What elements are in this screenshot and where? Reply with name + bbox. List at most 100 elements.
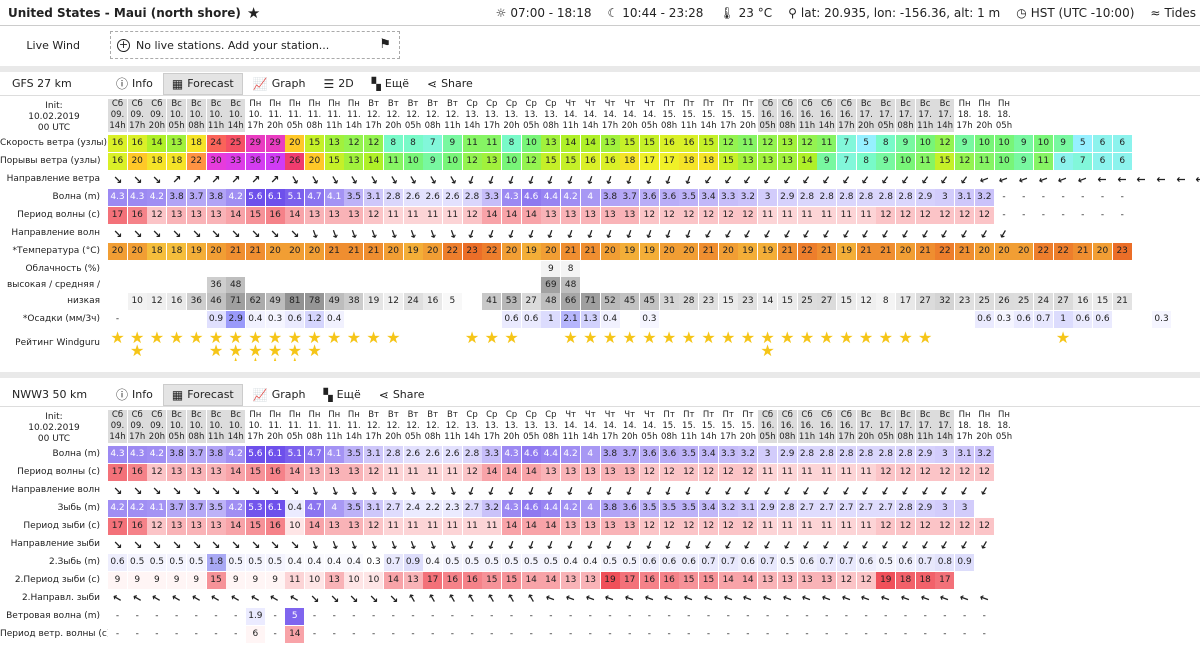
gfs-tab-share[interactable]: ⋖ Share	[419, 73, 481, 95]
nww3-tab-graph[interactable]: 📈 Graph	[245, 384, 314, 406]
date-header-line: 17h	[129, 432, 146, 442]
row-swell-direction-cell: ↑	[955, 536, 974, 553]
date-header-line: 17h	[956, 432, 973, 442]
row-swell-height-cell: 3.1	[738, 500, 758, 517]
row-wave-height-cell: 4.7	[305, 446, 324, 463]
date-header-line: 17h	[129, 121, 146, 131]
row-wind-gust-cell: 33	[226, 153, 246, 170]
nww3-date-header: Вс 10. 14h	[226, 410, 246, 443]
row-wind-speed-cell: 20	[285, 135, 305, 152]
row-temperature-cell: 22	[442, 243, 462, 260]
gfs-date-header: Пн 11. 11h	[325, 99, 344, 132]
row-precipitation-cell	[384, 311, 403, 328]
row-wind-wave-height-cell: 1.9	[245, 608, 265, 625]
timezone[interactable]: ◷ HST (UTC -10:00)	[1016, 6, 1134, 20]
row-cloud-high-cell	[463, 261, 482, 278]
row-swell2-height-cell: 0.4	[561, 554, 581, 571]
date-header-line: Чт	[644, 99, 655, 109]
row-wave-period-cell: 11	[856, 207, 876, 224]
date-header-line: 14.	[622, 110, 637, 120]
label-wave-period: Период волны (с)	[17, 210, 100, 220]
row-cloud-high-cell	[896, 261, 915, 278]
row-wave-period-cell: 11	[423, 464, 443, 481]
row-swell2-height-cell: 0.7	[699, 554, 718, 571]
share-icon: ⋖	[378, 387, 389, 402]
direction-arrow-icon: ↑	[504, 590, 519, 607]
row-cloud-mid-cell	[364, 277, 383, 294]
favorite-star-icon[interactable]: ★	[247, 4, 260, 22]
gfs-tab-graph[interactable]: 📈 Graph	[245, 73, 314, 95]
row-cloud-mid-cell	[955, 277, 974, 294]
moon-icon: ☾	[607, 5, 619, 20]
row-wave-direction-cell: ↑	[147, 225, 166, 242]
direction-arrow-icon: ↑	[701, 225, 716, 242]
row-wind-wave-height-cell: -	[884, 611, 888, 621]
row-wave-height-cell: 2.8	[817, 189, 837, 206]
date-header-line: 14.	[642, 421, 657, 431]
row-swell-height-cell: 4.4	[541, 500, 561, 517]
date-header-line: Сб	[801, 410, 813, 420]
direction-arrow-icon: ↑	[977, 536, 992, 553]
rating-star-icon: ★	[681, 331, 696, 347]
row-cloud-low-cell: 14	[758, 293, 778, 310]
date-header-line: 05h	[641, 121, 658, 131]
label-cloud-cover-2: высокая / средняя /	[6, 280, 100, 290]
row-swell-height-cell: 2.7	[836, 500, 856, 517]
direction-arrow-icon: ↑	[897, 171, 914, 188]
row-wave-period-cell: 13	[305, 464, 324, 481]
row-cloud-mid-cell	[758, 277, 777, 294]
nww3-tab-more[interactable]: ▚ Ещё	[315, 384, 368, 406]
row-wind-wave-period-cell: -	[470, 629, 474, 639]
nww3-date-header: Пт 15. 08h	[660, 410, 679, 443]
row-swell-height-cell: 2.9	[758, 500, 778, 517]
gfs-tab-more[interactable]: ▚ Ещё	[364, 73, 417, 95]
row-swell2-direction-cell: ↑	[325, 590, 344, 607]
row-wind-gust-cell: 16	[600, 153, 620, 170]
row-wave-height-cell: 2.8	[462, 446, 482, 463]
date-header-line: Вт	[368, 99, 379, 109]
row-wave-period-cell: 12	[718, 207, 738, 224]
gfs-tab-info[interactable]: ⓘ Info	[108, 73, 161, 95]
row-cloud-low-cell: 19	[364, 293, 384, 310]
row-cloud-low-cell: 62	[245, 293, 265, 310]
rating-cell: ★	[601, 331, 620, 361]
date-header-line: 11h	[798, 121, 816, 131]
date-header-line: Вт	[446, 410, 458, 420]
direction-arrow-icon: ↑	[760, 482, 775, 499]
gfs-tab-2d[interactable]: ☰ 2D	[315, 73, 361, 95]
row-wind-direction-cell: ↑	[128, 171, 147, 188]
add-station-box[interactable]: + No live stations. Add your station... …	[110, 31, 400, 59]
date-header-line: Пн	[269, 410, 282, 420]
row-wave-height-cell: 3.2	[738, 446, 758, 463]
row-wave-period-cell: 12	[679, 464, 699, 481]
gfs-tab-forecast[interactable]: ▦ Forecast	[162, 72, 243, 95]
date-header-line: 08h	[660, 432, 678, 442]
row-swell-period-cell: 11	[442, 518, 462, 535]
row-swell2-height-cell: 0.4	[305, 554, 324, 571]
direction-arrow-icon: ↑	[1075, 172, 1091, 187]
row-swell2-period-cell: 9	[147, 572, 167, 589]
row-wind-direction-cell: ↑	[1192, 171, 1200, 188]
app-root: United States - Maui (north shore) ★ ☼ 07…	[0, 0, 1200, 652]
direction-arrow-icon: ↑	[996, 225, 1012, 242]
row-swell2-direction-cell: ↑	[147, 590, 166, 607]
row-wind-direction-cell: ↑	[502, 171, 521, 188]
rating-cell: ★★★	[226, 331, 245, 361]
row-wind-gust-cell: 13	[758, 153, 778, 170]
row-wave-direction-cell: ↑	[541, 482, 560, 499]
row-wind-speed-cell: 8	[876, 135, 896, 152]
row-wave-direction-cell: ↑	[167, 225, 186, 242]
row-wave-height-cell: 4.4	[541, 189, 561, 206]
row-swell2-period-cell: 9	[226, 572, 246, 589]
row-wave-direction-cell: ↑	[266, 225, 285, 242]
direction-arrow-icon: ↑	[917, 225, 933, 242]
row-swell-height-cell: 4.1	[147, 500, 167, 517]
row-swell2-height-cell: 0.7	[758, 554, 778, 571]
nww3-tab-info[interactable]: ⓘ Info	[108, 384, 161, 406]
gfs-section-header: GFS 27 km ⓘ Info ▦ Forecast 📈 Graph ☰ 2D ▚ Ещ…	[0, 72, 1200, 96]
nww3-tab-share[interactable]: ⋖ Share	[371, 384, 433, 406]
row-swell-period-cell: 12	[147, 518, 167, 535]
nww3-tab-forecast[interactable]: ▦ Forecast	[162, 383, 243, 406]
row-wave-height-cell: 3	[935, 189, 955, 206]
tides-link[interactable]: ≈ Tides	[1150, 6, 1196, 20]
